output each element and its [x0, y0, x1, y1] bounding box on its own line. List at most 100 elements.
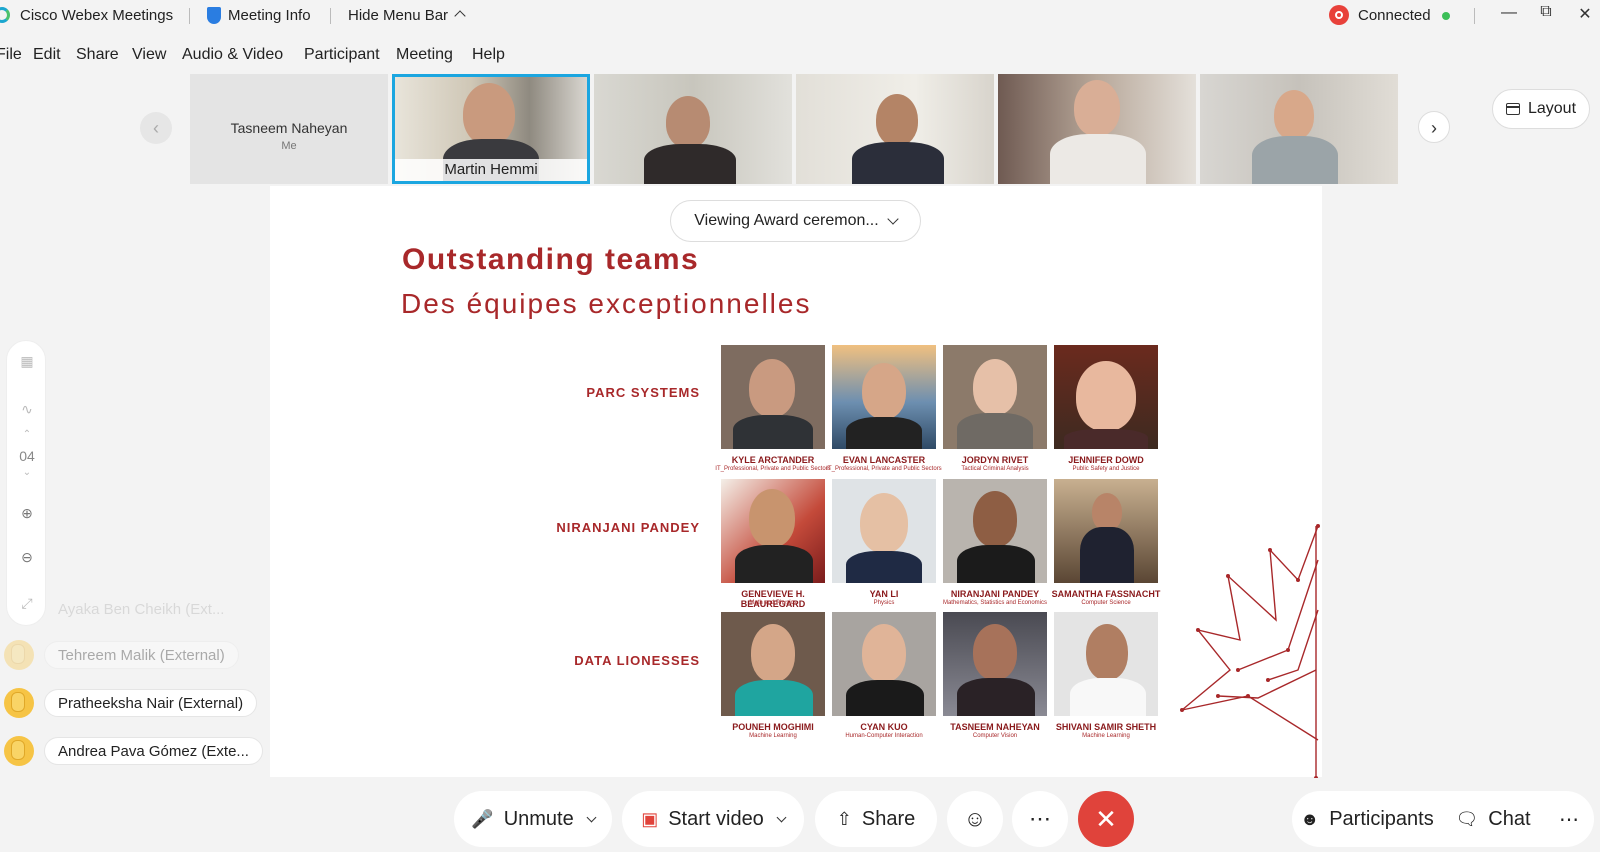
menu-share[interactable]: Share [76, 46, 119, 64]
shield-icon [207, 7, 221, 24]
chevron-down-icon[interactable] [776, 812, 787, 822]
chevron-down-icon[interactable]: ⌄ [7, 467, 47, 478]
member-name: POUNEH MOGHIMI [732, 722, 814, 732]
member-field: Math and Physics [749, 600, 797, 606]
team-name: PARC SYSTEMS [586, 385, 700, 400]
member-name: JORDYN RIVET [961, 455, 1029, 465]
member-photo [1054, 345, 1158, 449]
reaction-item: Andrea Pava Gómez (Exte... [4, 736, 263, 766]
self-video-tile[interactable]: Tasneem Naheyan Me [190, 74, 388, 184]
member-name: EVAN LANCASTER [842, 455, 926, 465]
member-photo [832, 612, 936, 716]
meeting-info-button[interactable]: Meeting Info [228, 7, 311, 24]
participant-video-tile[interactable] [796, 74, 994, 184]
clap-reaction-icon [4, 640, 34, 670]
more-icon: ⋯ [1559, 808, 1579, 831]
emoji-icon: ☺ [963, 806, 987, 831]
member-photo [1054, 612, 1158, 716]
layout-button[interactable]: Layout [1492, 89, 1590, 129]
close-icon[interactable]: ✕ [1573, 4, 1597, 24]
unmute-button[interactable]: 🎤 Unmute [454, 791, 612, 847]
maple-leaf-icon [1180, 524, 1320, 778]
video-feed [796, 74, 994, 184]
participant-video-tile[interactable] [1200, 74, 1398, 184]
app-title: Cisco Webex Meetings [20, 7, 174, 24]
menu-bar: File Edit Share View Audio & Video Parti… [0, 36, 1600, 66]
member-name: JENNIFER DOWD [1068, 455, 1144, 465]
reaction-name: Ayaka Ben Cheikh (Ext... [58, 600, 225, 618]
page-number: 04 [19, 448, 35, 464]
member-field: Human-Computer Interaction [845, 733, 923, 739]
chevron-down-icon[interactable] [586, 812, 597, 822]
leave-meeting-button[interactable]: ✕ [1078, 791, 1134, 847]
member-field: Public Safety and Justice [1072, 466, 1140, 472]
title-bar: Cisco Webex Meetings Meeting Info Hide M… [0, 0, 1600, 32]
clap-reaction-icon [4, 688, 34, 718]
participant-video-tile[interactable] [594, 74, 792, 184]
person-icon: ☻ [1300, 808, 1320, 829]
layout-icon [1505, 103, 1520, 115]
close-icon: ✕ [1095, 804, 1117, 834]
chat-button[interactable]: 🗨 Chat [1442, 791, 1544, 847]
member-field: Machine Learning [1082, 733, 1130, 739]
chat-bubble-icon: 🗨 [1455, 808, 1479, 829]
reaction-name: Andrea Pava Gómez (Exte... [44, 737, 263, 765]
zoom-out-icon[interactable]: ⊖ [7, 549, 47, 566]
reaction-name: Tehreem Malik (External) [44, 641, 239, 669]
share-label: Share [861, 807, 916, 830]
share-button[interactable]: ⇧ Share [815, 791, 937, 847]
video-feed [998, 74, 1196, 184]
start-video-button[interactable]: ▣ Start video [622, 791, 804, 847]
hide-menu-bar-button[interactable]: Hide Menu Bar [348, 7, 466, 24]
member-photo [721, 612, 825, 716]
member-name: KYLE ARCTANDER [731, 455, 815, 465]
member-photo [943, 612, 1047, 716]
viewing-label: Viewing Award ceremon... [694, 212, 879, 229]
chevron-up-icon [454, 10, 466, 22]
clap-reaction-icon [4, 736, 34, 766]
reaction-item: Tehreem Malik (External) [4, 640, 239, 670]
slide-title: Outstanding teams [402, 243, 700, 276]
participant-video-tile[interactable] [998, 74, 1196, 184]
muted-microphone-icon: 🎤 [471, 808, 494, 829]
recording-status-icon [1329, 5, 1349, 25]
participants-label: Participants [1329, 807, 1434, 830]
viewing-share-dropdown[interactable]: Viewing Award ceremon... [670, 200, 921, 242]
zoom-in-icon[interactable]: ⊕ [7, 505, 47, 522]
chevron-left-icon: ‹ [153, 118, 159, 138]
active-speaker-tile[interactable]: Martin Hemmi [392, 74, 590, 184]
menu-participant[interactable]: Participant [304, 46, 380, 64]
menu-view[interactable]: View [132, 46, 166, 64]
strip-next-button[interactable]: › [1418, 111, 1450, 143]
menu-file[interactable]: File [0, 46, 22, 64]
start-video-label: Start video [668, 807, 764, 830]
member-photo [832, 345, 936, 449]
member-photo [943, 345, 1047, 449]
member-field: Mathematics, Statistics and Economics [942, 600, 1048, 606]
restore-icon[interactable]: ⧉ [1534, 3, 1558, 21]
unmute-label: Unmute [503, 807, 574, 830]
strip-prev-button[interactable]: ‹ [140, 112, 172, 144]
thumbnails-icon[interactable]: ▦ [7, 353, 47, 370]
video-off-icon: ▣ [641, 808, 659, 829]
menu-help[interactable]: Help [472, 46, 505, 64]
menu-meeting[interactable]: Meeting [396, 46, 453, 64]
more-options-button[interactable]: ⋯ [1012, 791, 1068, 847]
member-photo [721, 479, 825, 583]
member-photo [943, 479, 1047, 583]
chevron-up-icon[interactable]: ⌃ [7, 429, 47, 440]
member-photo [832, 479, 936, 583]
participants-button[interactable]: ☻ Participants [1292, 791, 1442, 847]
member-field: Physics [873, 600, 895, 606]
chat-label: Chat [1488, 807, 1531, 830]
webex-logo-icon [0, 7, 10, 23]
member-photo [1054, 479, 1158, 583]
annotate-icon[interactable]: ∿ [7, 401, 47, 418]
menu-audio-video[interactable]: Audio & Video [182, 46, 283, 64]
member-field: IT_Professional, Private and Public Sect… [715, 466, 831, 472]
menu-edit[interactable]: Edit [33, 46, 61, 64]
reactions-button[interactable]: ☺ [947, 791, 1003, 847]
minimize-icon[interactable]: — [1497, 4, 1521, 22]
title-divider [330, 8, 331, 24]
member-photo [721, 345, 825, 449]
